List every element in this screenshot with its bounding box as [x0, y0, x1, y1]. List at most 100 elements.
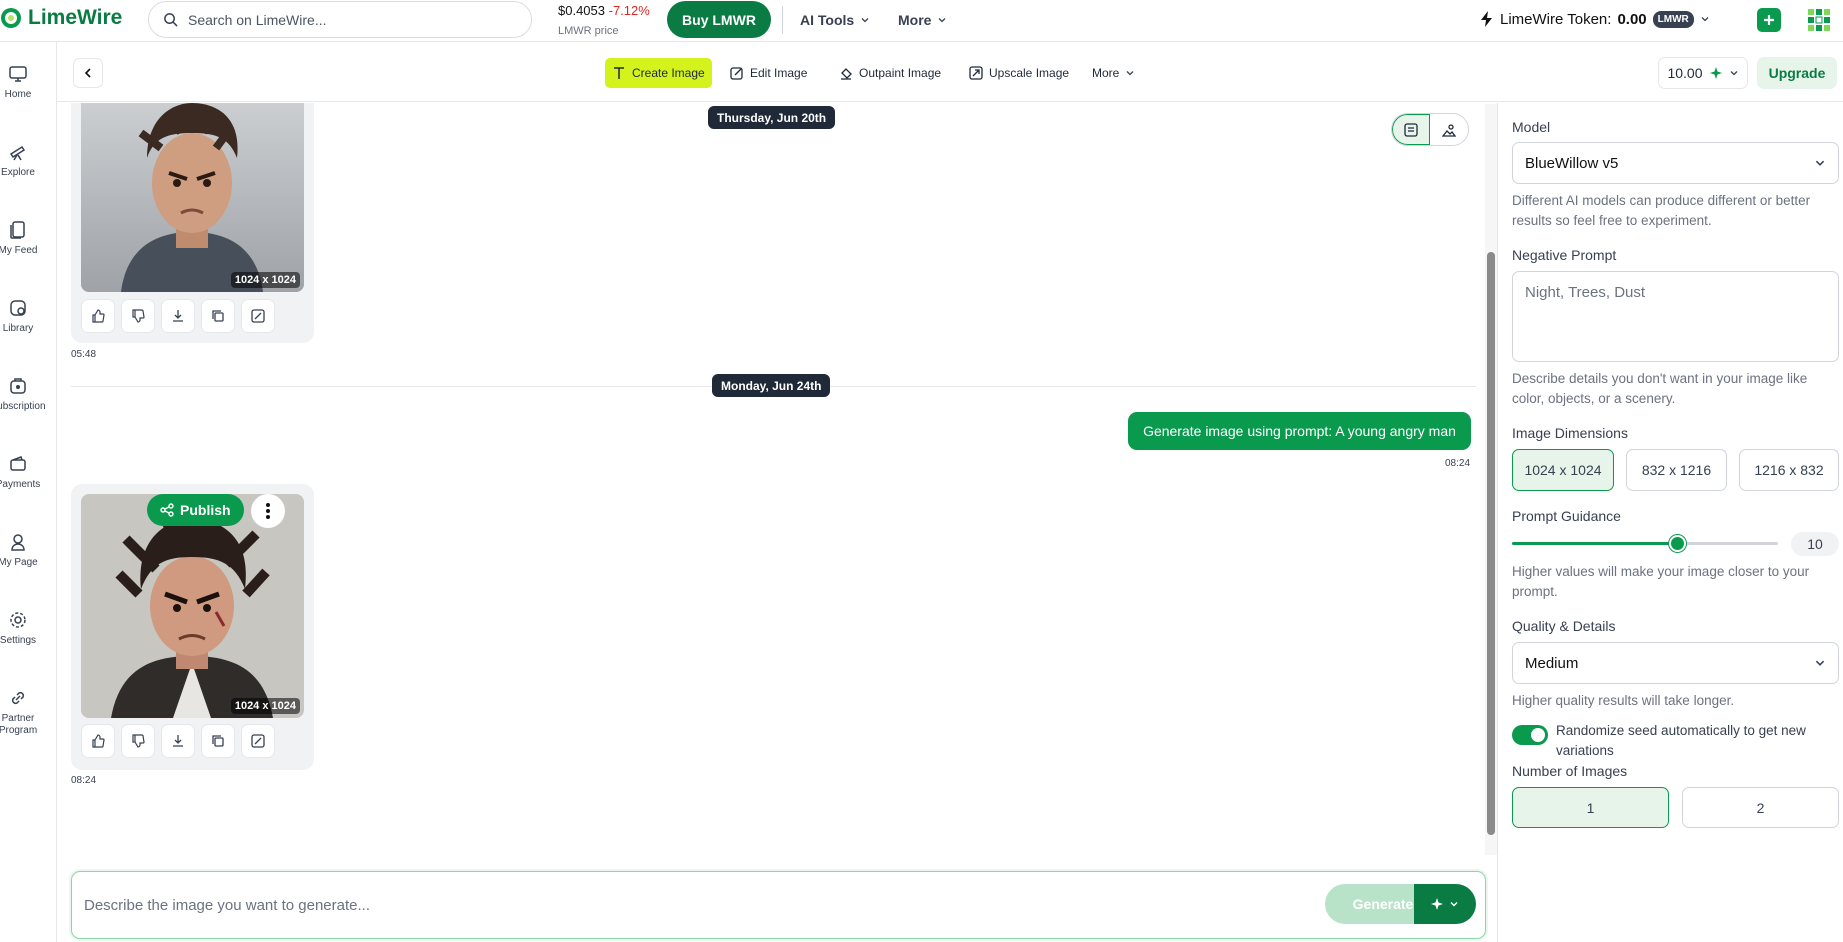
more-options-button[interactable]	[251, 494, 285, 528]
edit-image-icon	[730, 67, 743, 80]
sidebar-item-my-page[interactable]: My Page	[0, 532, 44, 569]
edit-button[interactable]	[241, 724, 275, 758]
images-count-option-1[interactable]: 1	[1512, 787, 1669, 828]
copy-button[interactable]	[201, 724, 235, 758]
negative-prompt-label: Negative Prompt	[1512, 247, 1617, 263]
sidebar-item-payments[interactable]: Payments	[0, 454, 44, 491]
like-button[interactable]	[81, 724, 115, 758]
price-change: -7.12%	[608, 3, 650, 18]
limewire-logo[interactable]: LimeWire	[0, 6, 122, 30]
generate-options-button[interactable]	[1414, 884, 1476, 924]
prompt-placeholder: Describe the image you want to generate.…	[84, 897, 370, 914]
message-time: 08:24	[1445, 458, 1471, 469]
token-balance[interactable]: LimeWire Token: 0.00 LMWR	[1480, 10, 1710, 28]
subscription-icon	[10, 378, 26, 394]
credits-dropdown[interactable]: 10.00	[1658, 57, 1748, 89]
download-button[interactable]	[161, 299, 195, 333]
images-count-option-2[interactable]: 2	[1682, 787, 1839, 828]
upgrade-button[interactable]: Upgrade	[1757, 57, 1837, 89]
lime-logo-icon	[1, 8, 21, 28]
divider	[782, 6, 783, 34]
sidebar-item-subscription[interactable]: Subscription	[0, 376, 46, 413]
prompt-guidance-label: Prompt Guidance	[1512, 508, 1621, 524]
dimension-option-832x1216[interactable]: 832 x 1216	[1626, 449, 1727, 491]
gallery-view-icon	[1442, 123, 1457, 137]
ai-tools-menu[interactable]: AI Tools	[800, 12, 870, 28]
edit-icon	[251, 734, 265, 748]
user-icon	[11, 534, 25, 551]
view-toggle[interactable]	[1391, 113, 1469, 146]
download-button[interactable]	[161, 724, 195, 758]
publish-button[interactable]: Publish	[147, 494, 244, 526]
chat-area: Thursday, Jun 20th 1024 x 1024 05:48 Mon…	[57, 103, 1490, 858]
back-button[interactable]	[73, 58, 103, 88]
copy-button[interactable]	[201, 299, 235, 333]
tab-more[interactable]: More	[1085, 58, 1142, 88]
app-name: LimeWire	[28, 6, 123, 29]
sparkle-icon	[1709, 67, 1722, 79]
sidebar-item-explore[interactable]: Explore	[0, 142, 44, 179]
quality-select[interactable]: Medium	[1512, 642, 1839, 684]
dimension-option-1216x832[interactable]: 1216 x 832	[1739, 449, 1839, 491]
text-t-icon	[614, 67, 624, 79]
image-actions	[81, 299, 275, 333]
prompt-input[interactable]: Describe the image you want to generate.…	[71, 871, 1486, 939]
copy-icon	[212, 735, 224, 747]
dislike-button[interactable]	[121, 299, 155, 333]
tab-outpaint-image[interactable]: Outpaint Image	[832, 58, 948, 88]
gallery-view-button[interactable]	[1430, 114, 1468, 145]
model-select[interactable]: BlueWillow v5	[1512, 142, 1839, 184]
prompt-guidance-value[interactable]: 10	[1791, 532, 1839, 556]
dislike-button[interactable]	[121, 724, 155, 758]
generated-image[interactable]: 1024 x 1024	[81, 103, 304, 292]
like-button[interactable]	[81, 299, 115, 333]
randomize-seed-toggle[interactable]	[1512, 725, 1548, 745]
more-label: More	[898, 12, 932, 28]
tab-upscale-image[interactable]: Upscale Image	[962, 58, 1076, 88]
message-time: 05:48	[71, 349, 97, 360]
thumbs-down-icon	[132, 309, 145, 323]
search-input[interactable]: Search on LimeWire...	[148, 1, 532, 38]
negative-prompt-help: Describe details you don't want in your …	[1512, 371, 1808, 406]
top-bar: LimeWire Search on LimeWire... $0.4053 -…	[0, 0, 1843, 42]
sidebar-item-library[interactable]: Library	[0, 298, 44, 335]
sidebar-item-settings[interactable]: Settings	[0, 610, 44, 647]
chevron-down-icon	[861, 18, 869, 23]
upscale-icon	[969, 66, 983, 80]
list-view-icon	[1404, 122, 1418, 137]
slider-handle[interactable]	[1668, 535, 1686, 552]
telescope-icon	[9, 145, 26, 161]
quality-label: Quality & Details	[1512, 618, 1616, 634]
sidebar-item-label: Home	[4, 89, 32, 100]
sidebar-item-label: Subscription	[0, 401, 46, 412]
add-button[interactable]	[1757, 8, 1781, 32]
thumbs-down-icon	[132, 734, 145, 748]
image-size-badge: 1024 x 1024	[230, 272, 300, 288]
download-icon	[173, 735, 183, 747]
kebab-menu-icon	[266, 503, 270, 519]
chat-scrollbar-thumb[interactable]	[1487, 252, 1495, 835]
dimension-option-1024x1024[interactable]: 1024 x 1024	[1512, 449, 1614, 491]
buy-lmwr-button[interactable]: Buy LMWR	[667, 1, 771, 38]
more-menu[interactable]: More	[898, 12, 947, 28]
image-card: 1024 x 1024	[71, 103, 314, 343]
tab-label: Outpaint Image	[859, 66, 942, 80]
prompt-guidance-slider[interactable]	[1512, 535, 1778, 552]
prompt-guidance-help: Higher values will make your image close…	[1512, 564, 1810, 599]
tab-edit-image[interactable]: Edit Image	[723, 58, 814, 88]
link-icon	[11, 691, 25, 705]
sidebar-item-partner-program[interactable]: Partner Program	[0, 688, 44, 737]
gear-icon	[10, 612, 26, 628]
edit-button[interactable]	[241, 299, 275, 333]
negative-prompt-input[interactable]: Night, Trees, Dust	[1512, 271, 1839, 362]
tab-create-image[interactable]: Create Image	[605, 58, 712, 88]
slider-fill	[1512, 542, 1677, 545]
prompt-message: Generate image using prompt: A young ang…	[1128, 412, 1471, 450]
portrait-photo-image	[81, 103, 304, 292]
list-view-button[interactable]	[1392, 114, 1431, 145]
profile-avatar[interactable]	[1806, 7, 1832, 33]
sidebar-item-home[interactable]: Home	[0, 64, 44, 101]
edit-icon	[251, 309, 265, 323]
image-actions	[81, 724, 275, 758]
sidebar-item-my-feed[interactable]: My Feed	[0, 220, 44, 257]
